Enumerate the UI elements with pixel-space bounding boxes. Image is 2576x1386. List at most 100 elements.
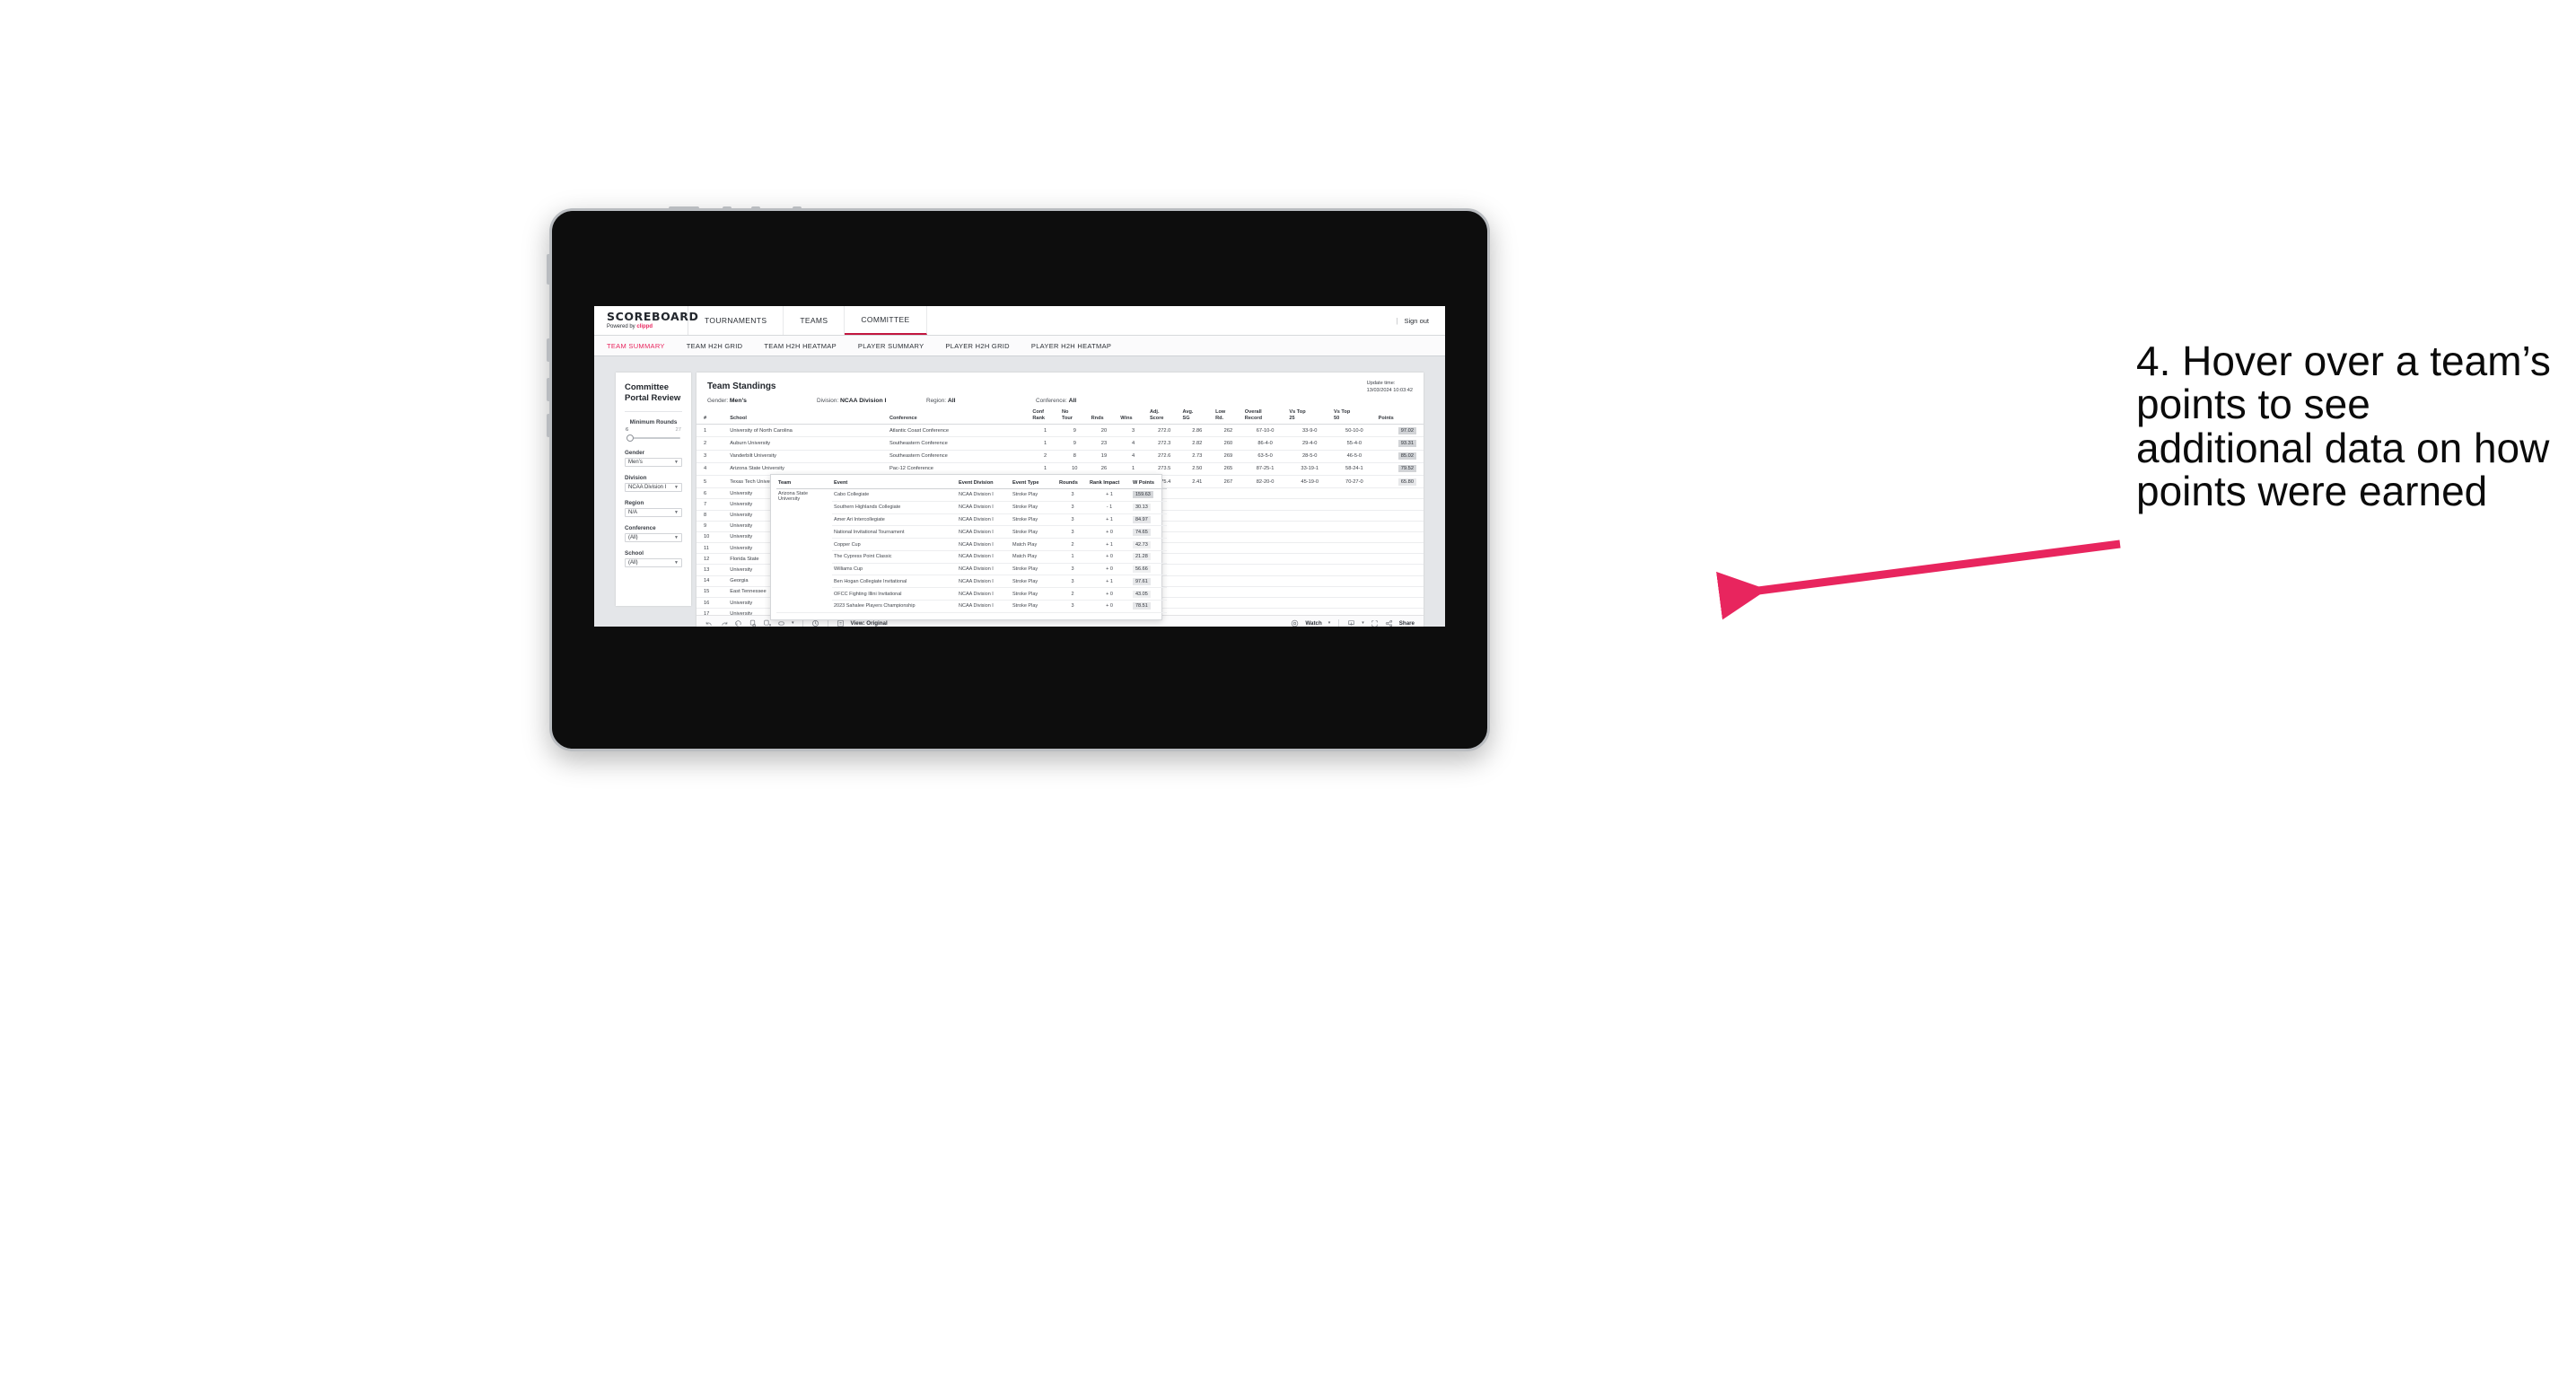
nav-item-committee[interactable]: COMMITTEE (845, 306, 927, 335)
cell-overall (1242, 553, 1288, 566)
filter-select-school[interactable]: (All) ▼ (625, 558, 682, 567)
watch-dropdown-caret[interactable]: ▾ (1328, 620, 1331, 626)
update-time-value: 13/03/2024 10:03:42 (1366, 387, 1413, 393)
points-value[interactable]: 97.02 (1398, 426, 1416, 434)
cell-points[interactable] (1376, 586, 1424, 599)
fullscreen-icon[interactable] (1371, 619, 1379, 627)
cell-points[interactable] (1376, 542, 1424, 555)
col-header-rnds[interactable]: Rnds (1089, 409, 1119, 425)
cell-avgsg (1180, 597, 1214, 610)
filter-select-region[interactable]: N/A ▼ (625, 508, 682, 517)
points-value[interactable]: 85.02 (1398, 452, 1416, 461)
cell-conf: Atlantic Coast Conference (887, 424, 1031, 438)
filter-fields: Gender Men’s ▼ Division NCAA Division I ▼ Regi… (625, 450, 682, 567)
revert-icon[interactable] (734, 619, 742, 627)
col-header--[interactable]: # (697, 409, 729, 425)
tooltip-cell-rounds: 3 (1057, 525, 1088, 539)
points-value[interactable]: 93.31 (1398, 439, 1416, 447)
topbar-separator: | (1396, 316, 1398, 325)
cell-points[interactable]: 79.52 (1376, 462, 1424, 476)
cell-points[interactable]: 85.02 (1376, 450, 1424, 463)
watch-icon[interactable] (1291, 619, 1299, 627)
watch-label[interactable]: Watch (1305, 620, 1321, 627)
cell-rank: 3 (697, 450, 729, 463)
filter-region: Region N/A ▼ (625, 500, 682, 517)
undo-icon[interactable] (705, 619, 714, 627)
filter-select-conference[interactable]: (All) ▼ (625, 533, 682, 542)
subnav-item-team-h2h-grid[interactable]: TEAM H2H GRID (687, 342, 743, 350)
col-header-school[interactable]: School (728, 409, 888, 425)
filter-panel-title-line1: Committee (625, 382, 670, 392)
col-header-wins[interactable]: Wins (1118, 409, 1148, 425)
table-row[interactable]: 2 Auburn University Southeastern Conferenc… (697, 436, 1424, 451)
brand-logo[interactable]: SCOREBOARD Powered by clippd (594, 306, 698, 335)
redo-icon[interactable] (720, 619, 728, 627)
cell-points[interactable] (1376, 521, 1424, 532)
table-row[interactable]: 3 Vanderbilt University Southeastern Confe… (697, 450, 1424, 463)
subnav-item-player-h2h-grid[interactable]: PLAYER H2H GRID (945, 342, 1009, 350)
tooltip-cell-division: NCAA Division I (957, 587, 1011, 601)
col-header-avg-sg[interactable]: Avg. SG (1180, 409, 1214, 425)
filter-select-division[interactable]: NCAA Division I ▼ (625, 483, 682, 492)
cell-vs50: 58-24-1 (1332, 462, 1377, 476)
cell-points[interactable] (1376, 510, 1424, 522)
nav-item-teams[interactable]: TEAMS (784, 306, 846, 335)
points-value[interactable]: 65.80 (1398, 478, 1416, 486)
cell-points[interactable] (1376, 498, 1424, 511)
cell-points[interactable]: 65.80 (1376, 475, 1424, 489)
cell-points[interactable]: 97.02 (1376, 424, 1424, 438)
cell-points[interactable] (1376, 575, 1424, 587)
slider-handle[interactable] (626, 434, 634, 442)
cell-points[interactable] (1376, 531, 1424, 544)
col-header-no-tour[interactable]: No Tour (1059, 409, 1090, 425)
subnav-item-player-summary[interactable]: PLAYER SUMMARY (858, 342, 924, 350)
view-label[interactable]: View: Original (851, 620, 888, 627)
share-icon[interactable] (1385, 619, 1393, 627)
applied-filter-division: Division: NCAA Division I (817, 398, 926, 404)
subnav-item-team-summary[interactable]: TEAM SUMMARY (607, 342, 665, 350)
sign-out-link[interactable]: Sign out (1404, 317, 1429, 325)
col-header-vs-top-25[interactable]: Vs Top 25 (1287, 409, 1333, 425)
download-icon[interactable] (1347, 619, 1355, 627)
cell-points[interactable]: 93.31 (1376, 436, 1424, 451)
cell-vs25 (1287, 487, 1333, 500)
cell-points[interactable] (1376, 597, 1424, 610)
pause-icon[interactable] (749, 619, 757, 627)
subnav-item-team-h2h-heatmap[interactable]: TEAM H2H HEATMAP (764, 342, 837, 350)
cell-points[interactable] (1376, 553, 1424, 566)
filter-select-gender[interactable]: Men’s ▼ (625, 458, 682, 467)
chevron-down-icon[interactable]: ▼ (674, 535, 679, 540)
col-header-vs-top-50[interactable]: Vs Top 50 (1332, 409, 1377, 425)
chevron-down-icon[interactable]: ▼ (674, 460, 679, 465)
cell-rank: 1 (697, 424, 729, 438)
cell-vs50: 46-5-0 (1332, 450, 1377, 463)
cell-points[interactable] (1376, 564, 1424, 576)
points-hover-tooltip: Team Event Event Division Event Type Rounds R… (770, 474, 1167, 620)
filter-conference: Conference (All) ▼ (625, 525, 682, 542)
chevron-down-icon[interactable]: ▼ (674, 485, 679, 490)
col-header-points[interactable]: Points (1376, 409, 1424, 425)
refresh-dropdown-caret[interactable]: ▾ (792, 620, 794, 626)
cell-rnds: 23 (1089, 436, 1119, 451)
chevron-down-icon[interactable]: ▼ (674, 560, 679, 566)
download-dropdown-caret[interactable]: ▾ (1362, 620, 1364, 626)
points-value[interactable]: 79.52 (1398, 465, 1416, 473)
col-header-low-rd-[interactable]: Low Rd. (1214, 409, 1243, 425)
col-header-conference[interactable]: Conference (887, 409, 1031, 425)
col-header-overall-record[interactable]: Overall Record (1242, 409, 1288, 425)
tooltip-cell-type: Stroke Play (1011, 525, 1057, 539)
cell-lowrd (1214, 586, 1243, 599)
col-header-adj-score[interactable]: Adj. Score (1147, 409, 1181, 425)
nav-item-tournaments[interactable]: TOURNAMENTS (688, 306, 784, 335)
tooltip-header-row: Team Event Event Division Event Type Rounds R… (776, 479, 1167, 489)
cell-points[interactable] (1376, 487, 1424, 500)
cell-rank: 14 (697, 575, 729, 587)
subnav-item-player-h2h-heatmap[interactable]: PLAYER H2H HEATMAP (1031, 342, 1111, 350)
share-label[interactable]: Share (1399, 620, 1415, 627)
cell-avgsg: 2.41 (1180, 475, 1214, 489)
table-row[interactable]: 1 University of North Carolina Atlantic Co… (697, 424, 1424, 438)
col-header-conf-rank[interactable]: Conf Rank (1030, 409, 1060, 425)
minimum-rounds-slider[interactable] (625, 434, 682, 442)
tooltip-cell-rounds: 1 (1057, 550, 1088, 564)
chevron-down-icon[interactable]: ▼ (674, 510, 679, 515)
